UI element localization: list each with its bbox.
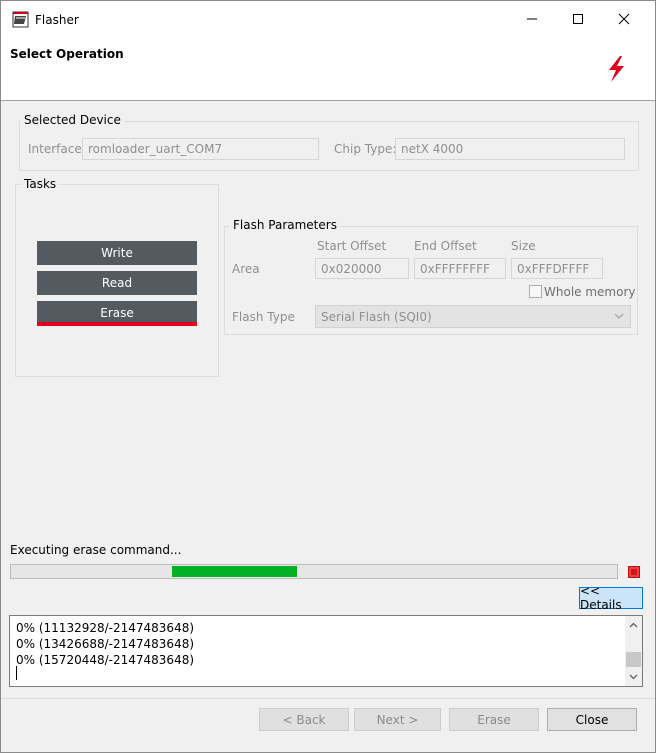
- progress-bar: [10, 564, 618, 579]
- log-lines: 0% (11132928/-2147483648) 0% (13426688/-…: [16, 620, 194, 668]
- interface-field: romloader_uart_COM7: [82, 138, 319, 160]
- chip-type-label: Chip Type:: [334, 142, 397, 156]
- flash-type-select[interactable]: Serial Flash (SQI0): [315, 305, 631, 328]
- maximize-button[interactable]: [555, 1, 601, 37]
- tasks-title: Tasks: [21, 177, 60, 191]
- end-offset-header: End Offset: [414, 239, 477, 253]
- chevron-down-icon: [614, 313, 624, 319]
- log-line: 0% (15720448/-2147483648): [16, 653, 195, 667]
- text-caret: [16, 666, 17, 680]
- close-icon: [618, 13, 630, 25]
- footer-separator: [1, 698, 655, 699]
- close-window-button[interactable]: [601, 1, 647, 37]
- scrollbar-thumb[interactable]: [626, 652, 641, 667]
- close-button[interactable]: Close: [547, 708, 637, 731]
- log-output[interactable]: 0% (11132928/-2147483648) 0% (13426688/-…: [9, 615, 643, 687]
- flasher-app-icon: [12, 11, 29, 28]
- chip-type-field: netX 4000: [395, 138, 625, 160]
- wizard-header: Select Operation: [1, 37, 655, 101]
- end-offset-field: 0xFFFFFFFF: [414, 258, 506, 279]
- minimize-button[interactable]: [509, 1, 555, 37]
- scroll-up-icon[interactable]: [628, 620, 639, 631]
- next-button[interactable]: Next >: [354, 708, 441, 731]
- details-toggle-button[interactable]: << Details: [579, 584, 643, 612]
- read-task-button[interactable]: Read: [37, 271, 197, 295]
- scroll-down-icon[interactable]: [628, 671, 639, 682]
- size-field: 0xFFFDFFFF: [511, 258, 603, 279]
- title-bar: Flasher: [1, 1, 655, 37]
- flash-type-label: Flash Type: [232, 310, 295, 324]
- flasher-window: Flasher Select Operation Selected Device…: [0, 0, 656, 753]
- whole-memory-label: Whole memory: [544, 285, 636, 299]
- minimize-icon: [527, 18, 537, 20]
- erase-button[interactable]: Erase: [449, 708, 539, 731]
- selected-device-title: Selected Device: [21, 113, 124, 127]
- flash-type-value: Serial Flash (SQI0): [321, 310, 432, 324]
- lightning-bolt-icon: [609, 56, 624, 82]
- flash-parameters-title: Flash Parameters: [230, 218, 340, 232]
- page-title: Select Operation: [10, 47, 124, 61]
- area-label: Area: [232, 262, 260, 276]
- erase-task-button[interactable]: Erase: [37, 301, 197, 326]
- progress-fill: [172, 566, 297, 577]
- log-scrollbar[interactable]: [625, 616, 642, 686]
- start-offset-field: 0x020000: [315, 258, 409, 279]
- size-header: Size: [511, 239, 536, 253]
- stop-icon[interactable]: [628, 566, 640, 578]
- window-title: Flasher: [35, 13, 79, 27]
- log-line: 0% (13426688/-2147483648): [16, 637, 195, 651]
- whole-memory-checkbox[interactable]: [529, 285, 542, 298]
- maximize-icon: [573, 14, 583, 24]
- interface-label: Interface:: [28, 142, 86, 156]
- log-line: 0% (11132928/-2147483648): [16, 621, 195, 635]
- status-text: Executing erase command...: [10, 543, 182, 557]
- start-offset-header: Start Offset: [317, 239, 387, 253]
- write-task-button[interactable]: Write: [37, 241, 197, 265]
- back-button[interactable]: < Back: [259, 708, 349, 731]
